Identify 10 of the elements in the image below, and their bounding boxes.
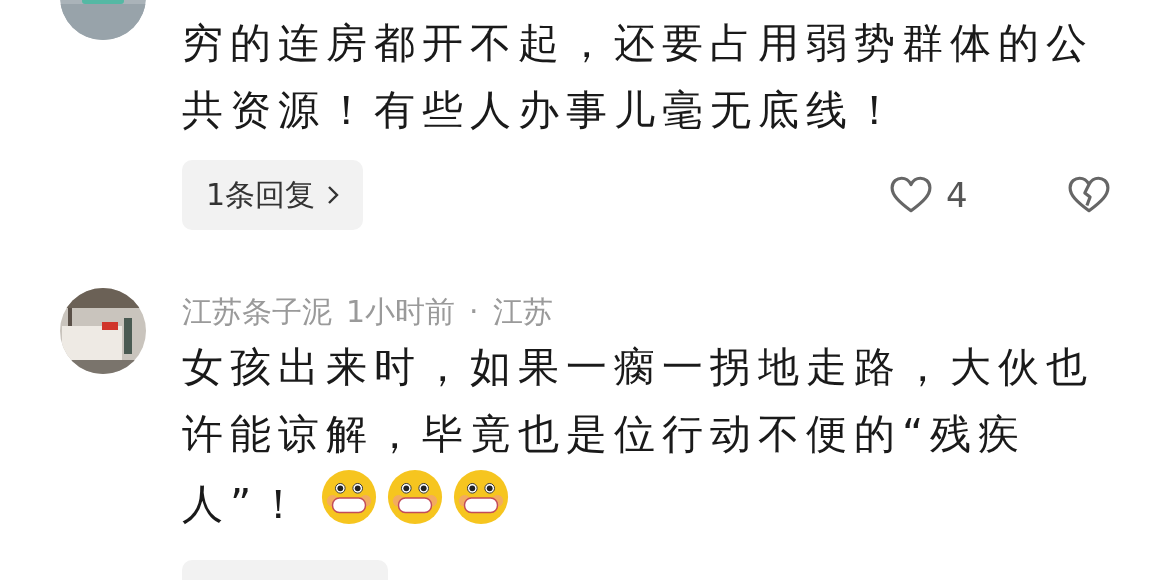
comment-text: 穷的连房都开不起，还要占用弱势群体的公共资源！有些人办事儿毫无底线！ [182, 18, 1095, 136]
separator-dot: · [469, 293, 479, 331]
heart-icon[interactable] [890, 176, 932, 214]
chevron-right-icon [327, 185, 340, 205]
comment-text: 女孩出来时，如果一瘸一拐地走路，大伙也许能谅解，毕竟也是位行动不便的“残疾人”！ [182, 342, 1095, 530]
replies-button[interactable]: 1条回复 [182, 160, 364, 230]
broken-heart-icon[interactable] [1068, 176, 1110, 214]
like-count: 4 [946, 175, 969, 215]
comment-location: 江苏 [492, 293, 553, 331]
comment-time: 1小时前 [346, 293, 456, 331]
